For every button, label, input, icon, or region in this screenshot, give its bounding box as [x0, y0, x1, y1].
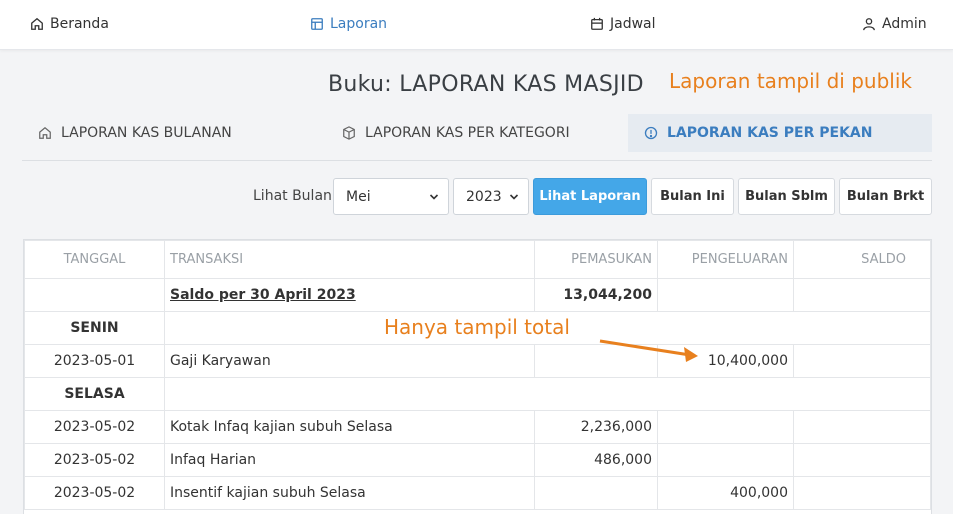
annotation-total-only: Hanya tampil total	[384, 315, 570, 339]
year-select-value: 2023	[466, 188, 502, 205]
chevron-down-icon	[509, 194, 519, 200]
row-date: 2023-05-02	[24, 476, 165, 510]
home-icon	[31, 17, 43, 30]
table-icon	[311, 18, 323, 30]
header-date: TANGGAL	[24, 240, 165, 279]
prev-month-button[interactable]: Bulan Sblm	[738, 178, 835, 215]
filter-label: Lihat Bulan	[253, 188, 332, 204]
nav-home[interactable]: Beranda	[30, 16, 109, 32]
tab-weekly-report[interactable]: LAPORAN KAS PER PEKAN	[628, 114, 932, 152]
calendar-icon	[591, 17, 603, 30]
user-icon	[863, 18, 875, 31]
row-expense: 400,000	[657, 476, 794, 510]
tab-label: LAPORAN KAS PER PEKAN	[667, 125, 873, 141]
box-icon	[343, 126, 355, 140]
nav-schedule-label: Jadwal	[610, 16, 656, 32]
chevron-down-icon	[429, 194, 439, 200]
tab-label: LAPORAN KAS BULANAN	[61, 125, 232, 141]
table-row: 2023-05-02 Infaq Harian 486,000	[24, 443, 931, 477]
report-tabs: LAPORAN KAS BULANAN LAPORAN KAS PER KATE…	[22, 113, 932, 161]
header-expense: PENGELUARAN	[657, 240, 794, 279]
next-month-button[interactable]: Bulan Brkt	[839, 178, 932, 215]
header-balance: SALDO	[793, 240, 931, 279]
row-expense	[657, 410, 794, 444]
header-transaction: TRANSAKSI	[164, 240, 535, 279]
row-date: 2023-05-01	[24, 344, 165, 378]
tab-monthly-report[interactable]: LAPORAN KAS BULANAN	[22, 114, 322, 152]
day-label: SELASA	[24, 377, 165, 411]
nav-report-label: Laporan	[330, 16, 388, 32]
nav-report[interactable]: Laporan	[310, 16, 387, 32]
cash-report-table: TANGGAL TRANSAKSI PEMASUKAN PENGELUARAN …	[23, 239, 932, 514]
table-header-row: TANGGAL TRANSAKSI PEMASUKAN PENGELUARAN …	[24, 240, 931, 279]
opening-balance-value: 13,044,200	[534, 278, 658, 312]
nav-admin[interactable]: Admin	[862, 16, 927, 32]
nav-admin-label: Admin	[882, 16, 927, 32]
view-report-button[interactable]: Lihat Laporan	[533, 178, 647, 215]
day-header-row: SELASA	[24, 377, 931, 411]
nav-schedule[interactable]: Jadwal	[590, 16, 656, 32]
row-income: 486,000	[534, 443, 658, 477]
annotation-public: Laporan tampil di publik	[669, 69, 912, 93]
row-transaction: Gaji Karyawan	[164, 344, 535, 378]
day-label: SENIN	[24, 311, 165, 345]
opening-balance-label: Saldo per 30 April 2023	[164, 278, 535, 312]
row-date: 2023-05-02	[24, 443, 165, 477]
info-circle-icon	[644, 126, 658, 140]
year-select[interactable]: 2023	[453, 178, 529, 215]
table-row: 2023-05-01 Gaji Karyawan 10,400,000	[24, 344, 931, 378]
tab-category-report[interactable]: LAPORAN KAS PER KATEGORI	[326, 114, 626, 152]
header-income: PEMASUKAN	[534, 240, 658, 279]
row-income: 2,236,000	[534, 410, 658, 444]
home-icon	[39, 126, 51, 139]
opening-balance-row: Saldo per 30 April 2023 13,044,200	[24, 278, 931, 312]
row-transaction: Infaq Harian	[164, 443, 535, 477]
row-date: 2023-05-02	[24, 410, 165, 444]
annotation-arrow-icon	[599, 339, 698, 362]
table-row: 2023-05-02 Insentif kajian subuh Selasa …	[24, 476, 931, 510]
row-transaction: Insentif kajian subuh Selasa	[164, 476, 535, 510]
row-income	[534, 476, 658, 510]
this-month-button[interactable]: Bulan Ini	[651, 178, 734, 215]
table-row: 2023-05-02 Kotak Infaq kajian subuh Sela…	[24, 410, 931, 444]
tab-label: LAPORAN KAS PER KATEGORI	[365, 125, 570, 141]
page-title: Buku: LAPORAN KAS MASJID	[328, 72, 644, 97]
top-navbar: Beranda Laporan Jadwal Admin	[0, 0, 953, 50]
nav-home-label: Beranda	[50, 16, 109, 32]
month-select-value: Mei	[346, 188, 371, 205]
row-expense	[657, 443, 794, 477]
month-select[interactable]: Mei	[333, 178, 449, 215]
row-transaction: Kotak Infaq kajian subuh Selasa	[164, 410, 535, 444]
